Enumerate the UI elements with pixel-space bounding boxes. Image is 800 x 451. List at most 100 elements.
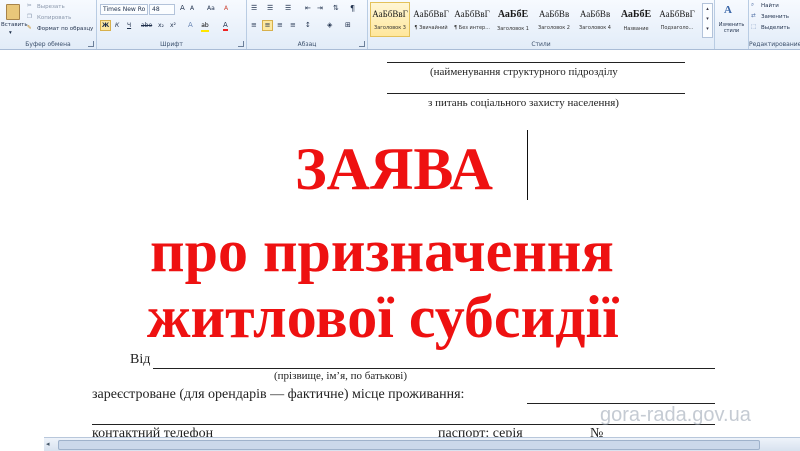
bullets-icon[interactable]: ☰: [251, 4, 257, 12]
font-dialog-launcher[interactable]: [238, 41, 244, 47]
styles-group-label: Стили: [531, 41, 551, 48]
paragraph-group-label: Абзац: [297, 41, 317, 48]
cut-button[interactable]: ✂ Вырезать: [27, 3, 87, 12]
style-preview: АаБбВвГ: [454, 9, 490, 19]
watermark: gora-rada.gov.ua: [600, 404, 751, 426]
shrink-font-button[interactable]: A: [190, 5, 194, 12]
paste-button[interactable]: Вставить ▾: [1, 2, 28, 40]
clipboard-group: Вставить ▾ ✂ Вырезать ❐ Копировать ✎ Фор…: [0, 0, 97, 49]
clipboard-dialog-launcher[interactable]: [88, 41, 94, 47]
shading-icon[interactable]: ◈: [327, 21, 332, 29]
unit-line: [387, 62, 685, 63]
name-line: [153, 368, 715, 369]
text-effects-icon[interactable]: A: [188, 21, 193, 29]
paste-dropdown-icon: ▾: [9, 30, 12, 36]
font-size-value: 48: [152, 6, 160, 13]
style-name: Заголовок 3: [373, 25, 406, 31]
style-item[interactable]: АаБбВв Заголовок 2: [534, 2, 574, 37]
document-page[interactable]: (найменування структурного підрозділу з …: [0, 50, 800, 451]
style-preview: АаБбВвГ: [413, 9, 449, 19]
replace-icon: ⇄: [751, 13, 756, 19]
style-preview: АаБбВвГ: [659, 9, 695, 19]
style-name: ¶ Без интер...: [454, 25, 490, 31]
superscript-button[interactable]: x²: [170, 22, 176, 29]
format-painter-label: Формат по образцу: [37, 26, 94, 32]
brush-icon: ✎: [27, 25, 32, 31]
ribbon: Вставить ▾ ✂ Вырезать ❐ Копировать ✎ Фор…: [0, 0, 800, 50]
replace-button[interactable]: ⇄ Заменить: [751, 13, 799, 22]
borders-icon[interactable]: ⊞: [345, 21, 351, 29]
change-styles-group[interactable]: A Изменить стили: [715, 0, 749, 49]
styles-scroll[interactable]: ▴ ▾ ▾: [702, 3, 713, 38]
title-purpose: про призначення: [150, 218, 614, 284]
paragraph-group: ☰ ☰ ☰ ⇤ ⇥ ⇅ ¶ ≡ ≡ ≡ ≡ ↕ ◈ ⊞ Абзац: [247, 0, 368, 49]
text-cursor: [527, 130, 528, 200]
scroll-thumb[interactable]: [58, 440, 760, 450]
font-color-icon[interactable]: A: [223, 21, 228, 31]
underline-button[interactable]: Ч: [127, 22, 131, 29]
style-item[interactable]: АаБбЕ Заголовок 1: [493, 2, 533, 37]
cut-label: Вырезать: [37, 4, 65, 10]
find-button[interactable]: ⌕ Найти: [751, 2, 799, 11]
title-subsidy: житлової субсидії: [147, 284, 619, 350]
style-preview: АаБбЕ: [620, 9, 652, 20]
binoculars-icon: ⌕: [751, 2, 755, 8]
select-icon: ⬚: [751, 24, 757, 30]
numbering-icon[interactable]: ☰: [267, 4, 273, 12]
font-group-label: Шрифт: [160, 41, 183, 48]
style-name: Подзаголо...: [660, 25, 694, 31]
highlight-icon[interactable]: ab: [201, 22, 209, 32]
show-marks-button[interactable]: ¶: [350, 4, 355, 13]
paragraph-dialog-launcher[interactable]: [359, 41, 365, 47]
line-spacing-icon[interactable]: ↕: [305, 21, 311, 29]
font-size-select[interactable]: 48: [149, 4, 175, 15]
scroll-left-arrow[interactable]: ◂: [46, 440, 50, 448]
select-button[interactable]: ⬚ Выделить: [751, 24, 799, 33]
strikethrough-button[interactable]: abe: [141, 22, 152, 29]
bold-button[interactable]: Ж: [100, 20, 111, 31]
copy-button[interactable]: ❐ Копировать: [27, 14, 87, 23]
editing-group-label: Редактирование: [749, 41, 800, 48]
sort-icon[interactable]: ⇅: [333, 4, 339, 12]
font-group: Times New Ro 48 A A Aa A Ж К Ч abe x₂ x²…: [97, 0, 247, 49]
find-label: Найти: [761, 3, 779, 9]
subscript-button[interactable]: x₂: [158, 22, 164, 29]
change-styles-label: Изменить стили: [718, 22, 745, 34]
change-styles-icon: A: [724, 4, 732, 16]
copy-label: Копировать: [37, 15, 72, 21]
social-line: [387, 93, 685, 94]
grow-font-button[interactable]: A: [180, 4, 185, 12]
decrease-indent-icon[interactable]: ⇤: [305, 4, 311, 12]
horizontal-scrollbar[interactable]: ◂: [44, 437, 800, 451]
style-item[interactable]: АаБбВв Заголовок 4: [575, 2, 615, 37]
multilevel-icon[interactable]: ☰: [285, 4, 291, 12]
align-right-icon[interactable]: ≡: [277, 21, 283, 29]
style-preview: АаБбЕ: [497, 9, 529, 20]
style-preview: АаБбВв: [579, 9, 611, 19]
style-preview: АаБбВв: [538, 9, 570, 19]
from-label: Від: [130, 352, 151, 367]
copy-icon: ❐: [27, 14, 32, 20]
style-item[interactable]: АаБбВвГ ¶ Без интер...: [452, 2, 492, 37]
style-name: Заголовок 4: [578, 25, 611, 31]
font-family-value: Times New Ro: [103, 6, 146, 13]
style-item[interactable]: АаБбВвГ Заголовок 3: [370, 2, 410, 37]
replace-label: Заменить: [761, 14, 790, 20]
clear-format-button[interactable]: A: [224, 5, 228, 12]
unit-caption: (найменування структурного підрозділу: [430, 66, 618, 78]
select-label: Выделить: [761, 25, 790, 31]
style-item[interactable]: АаБбЕ Название: [616, 2, 656, 37]
style-item[interactable]: АаБбВвГ Подзаголо...: [657, 2, 697, 37]
change-case-button[interactable]: Aa: [207, 5, 215, 12]
italic-button[interactable]: К: [115, 22, 119, 29]
title-statement: ЗАЯВА: [295, 136, 493, 202]
align-left-icon[interactable]: ≡: [251, 21, 257, 29]
scissors-icon: ✂: [27, 3, 32, 9]
font-family-select[interactable]: Times New Ro: [100, 4, 148, 15]
align-center-icon[interactable]: ≡: [262, 20, 273, 31]
format-painter-button[interactable]: ✎ Формат по образцу: [27, 25, 95, 34]
justify-icon[interactable]: ≡: [290, 21, 296, 29]
paste-label: Вставить: [1, 22, 28, 28]
style-item[interactable]: АаБбВвГ ¶ Звичайний: [411, 2, 451, 37]
increase-indent-icon[interactable]: ⇥: [317, 4, 323, 12]
